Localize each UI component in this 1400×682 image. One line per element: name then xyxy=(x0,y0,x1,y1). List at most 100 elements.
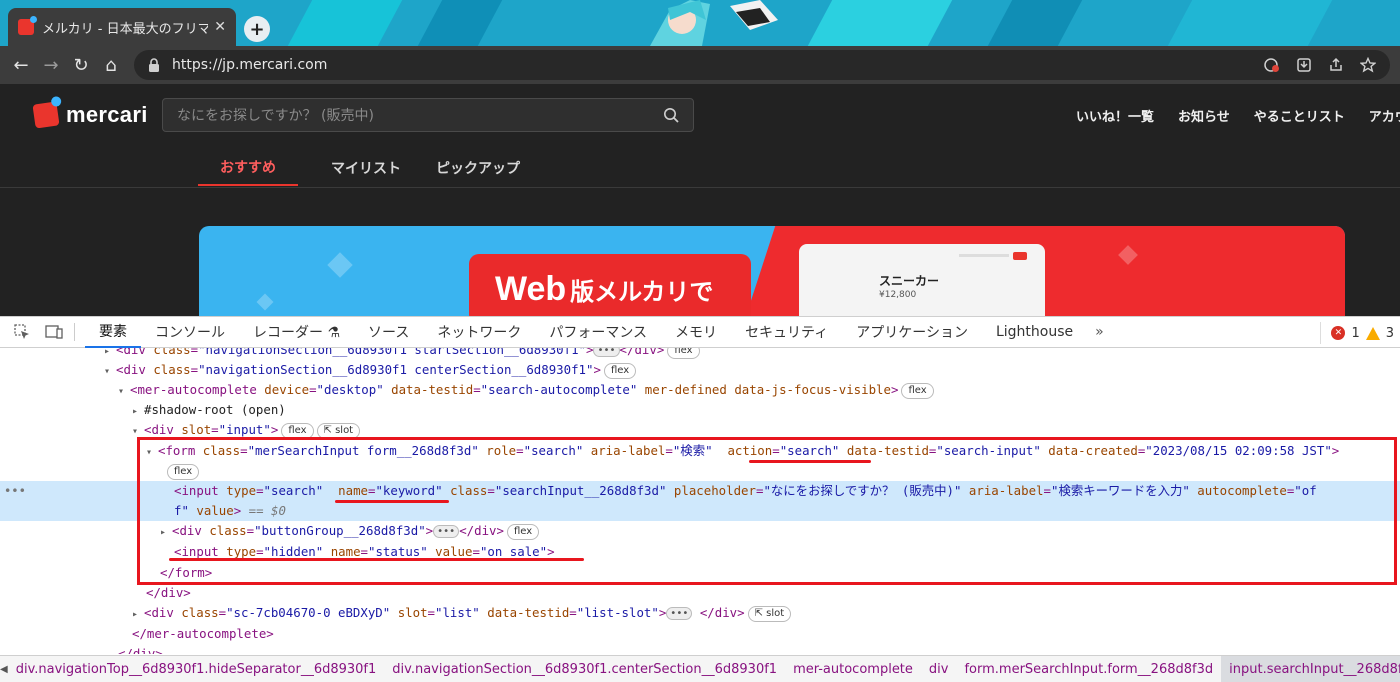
slot-badge[interactable]: ⇱ slot xyxy=(747,605,792,622)
tabstrip-decoration xyxy=(987,0,1083,46)
devtools-tab-recorder[interactable]: レコーダー ⚗ xyxy=(239,317,354,348)
breadcrumb-item[interactable]: div.navigationSection__6d8930f1.centerSe… xyxy=(384,656,785,682)
dom-node-row[interactable]: ▾ <mer-autocomplete device="desktop" data… xyxy=(0,380,1400,400)
banner-decoration xyxy=(327,252,353,278)
devtools-tab-elements[interactable]: 要素 xyxy=(85,317,141,348)
breadcrumb-scroll-left-icon[interactable]: ◀ xyxy=(0,664,8,675)
forward-button[interactable]: → xyxy=(36,50,66,80)
dom-node-row[interactable]: ▸ <div class="navigationSection__6d8930f1… xyxy=(0,348,1400,360)
search-input[interactable]: なにをお探しですか？ (販売中) xyxy=(162,98,694,132)
banner-headline: Web 版メルカリで xyxy=(469,254,751,316)
expand-arrow-icon[interactable]: ▸ xyxy=(132,402,144,422)
reveal-slot-icon: ⇱ xyxy=(323,424,336,436)
annotation-underline-name xyxy=(335,500,449,503)
browser-tab-title: メルカリ - 日本最大のフリマサ xyxy=(42,21,209,37)
banner-decoration xyxy=(256,293,274,311)
header-links: いいね！一覧 お知らせ やることリスト アカウ xyxy=(1076,106,1400,125)
new-tab-button[interactable]: + xyxy=(244,16,270,42)
share-icon[interactable] xyxy=(1328,57,1344,73)
dom-node-row[interactable]: </div> xyxy=(0,644,1400,654)
annotation-underline-action xyxy=(749,460,871,463)
flex-badge[interactable]: flex xyxy=(667,348,700,359)
mercari-logo[interactable]: mercari xyxy=(32,101,148,129)
error-count: 1 xyxy=(1351,325,1360,341)
collapsed-ellipsis[interactable]: ••• xyxy=(666,607,693,620)
flex-badge[interactable]: flex xyxy=(603,362,637,379)
devtools-tab-console[interactable]: コンソール xyxy=(141,317,239,348)
site-permissions-icon[interactable] xyxy=(1264,57,1280,73)
lock-icon xyxy=(149,58,159,72)
breadcrumb-item[interactable]: div.navigationTop__6d8930f1.hideSeparato… xyxy=(8,656,385,682)
collapse-arrow-icon[interactable]: ▾ xyxy=(118,382,130,402)
browser-tabstrip: メルカリ - 日本最大のフリマサ ✕ + xyxy=(0,0,1400,46)
devtools-tab-performance[interactable]: パフォーマンス xyxy=(535,317,661,348)
mercari-logo-text: mercari xyxy=(66,102,148,127)
annotation-underline-hidden-input xyxy=(169,558,584,561)
collapsed-ellipsis[interactable]: ••• xyxy=(593,348,620,357)
devtools-tab-network[interactable]: ネットワーク xyxy=(423,317,535,348)
banner-headline-big: Web xyxy=(495,269,567,308)
banner-card-price: ¥12,800 xyxy=(879,290,917,300)
breadcrumb-item[interactable]: mer-autocomplete xyxy=(785,656,921,682)
tabstrip-decoration xyxy=(1167,0,1333,46)
breadcrumb-item[interactable]: div xyxy=(921,656,957,682)
devtools-tab-application[interactable]: アプリケーション xyxy=(842,317,982,348)
close-tab-icon[interactable]: ✕ xyxy=(214,19,226,35)
back-button[interactable]: ← xyxy=(6,50,36,80)
install-app-icon[interactable] xyxy=(1296,57,1312,73)
device-toolbar-icon[interactable] xyxy=(44,323,64,341)
devtools-tab-memory[interactable]: メモリ xyxy=(661,317,731,348)
dom-node-row[interactable]: </mer-autocomplete> xyxy=(0,624,1400,644)
more-tabs-button[interactable]: » xyxy=(1087,324,1112,340)
devtools-separator xyxy=(74,323,75,341)
breadcrumb-item[interactable]: form.merSearchInput.form__268d8f3d xyxy=(956,656,1221,682)
issues-counter[interactable]: ✕ 1 3 xyxy=(1320,322,1400,344)
dom-breadcrumbs: ◀ div.navigationTop__6d8930f1.hideSepara… xyxy=(0,655,1400,682)
banner-headline-small: 版メルカリで xyxy=(570,277,714,306)
header-link-notifications[interactable]: お知らせ xyxy=(1178,106,1230,125)
browser-toolbar: ← → ↻ ⌂ https://jp.mercari.com xyxy=(0,46,1400,84)
dom-node-row[interactable]: </div> xyxy=(0,583,1400,603)
devtools-tab-sources[interactable]: ソース xyxy=(354,317,423,348)
header-link-account[interactable]: アカウ xyxy=(1369,106,1400,125)
theme-character-image xyxy=(650,0,778,46)
devtools-tabbar: 要素 コンソール レコーダー ⚗ ソース ネットワーク パフォーマンス メモリ … xyxy=(0,316,1400,348)
search-icon[interactable] xyxy=(663,107,679,123)
flex-badge[interactable]: flex xyxy=(901,382,934,399)
tabstrip-decoration xyxy=(417,0,503,46)
header-link-likes[interactable]: いいね！一覧 xyxy=(1076,106,1154,125)
reload-button[interactable]: ↻ xyxy=(66,50,96,80)
promo-banner[interactable]: スニーカー ¥12,800 Web 版メルカリで xyxy=(199,226,1345,316)
search-placeholder: なにをお探しですか？ (販売中) xyxy=(177,108,374,124)
address-bar[interactable]: https://jp.mercari.com xyxy=(134,50,1390,80)
tabs-divider xyxy=(0,187,1400,188)
mercari-logo-icon xyxy=(32,101,60,129)
dom-node-row[interactable]: ▸ <div class="sc-7cb04670-0 eBDXyD" slot=… xyxy=(0,603,1400,623)
address-bar-url: https://jp.mercari.com xyxy=(172,57,328,73)
tab-recommended[interactable]: おすすめ xyxy=(198,150,298,186)
expand-arrow-icon[interactable]: ▸ xyxy=(132,605,144,625)
mercari-favicon-icon xyxy=(18,16,37,35)
reveal-slot-icon: ⇱ xyxy=(754,607,767,619)
dom-node-row[interactable]: ▸ #shadow-root (open) xyxy=(0,400,1400,420)
dom-node-row[interactable]: ▾ <div class="navigationSection__6d8930f1… xyxy=(0,360,1400,380)
home-button[interactable]: ⌂ xyxy=(96,50,126,80)
bookmark-star-icon[interactable] xyxy=(1360,57,1376,73)
banner-card-title: スニーカー xyxy=(879,274,940,288)
devtools-tab-lighthouse[interactable]: Lighthouse xyxy=(982,317,1087,348)
tab-mylist[interactable]: マイリスト xyxy=(310,150,422,186)
home-tabs: おすすめ マイリスト ピックアップ xyxy=(198,150,534,186)
tab-pickup[interactable]: ピックアップ xyxy=(422,150,534,186)
inspect-element-icon[interactable] xyxy=(12,323,32,341)
row-actions-ellipsis[interactable]: ••• xyxy=(4,481,26,501)
devtools-tab-security[interactable]: セキュリティ xyxy=(731,317,842,348)
mockup-button xyxy=(1013,252,1027,260)
banner-app-mockup: スニーカー ¥12,800 xyxy=(799,244,1045,316)
error-icon: ✕ xyxy=(1331,326,1346,340)
breadcrumb-item-current[interactable]: input.searchInput__268d8f3d xyxy=(1221,656,1400,682)
tabstrip-decoration xyxy=(287,0,403,46)
collapse-arrow-icon[interactable]: ▾ xyxy=(104,362,116,382)
browser-tab-mercari[interactable]: メルカリ - 日本最大のフリマサ ✕ xyxy=(8,8,236,46)
tabstrip-decoration xyxy=(807,0,953,46)
header-link-todo[interactable]: やることリスト xyxy=(1254,106,1345,125)
